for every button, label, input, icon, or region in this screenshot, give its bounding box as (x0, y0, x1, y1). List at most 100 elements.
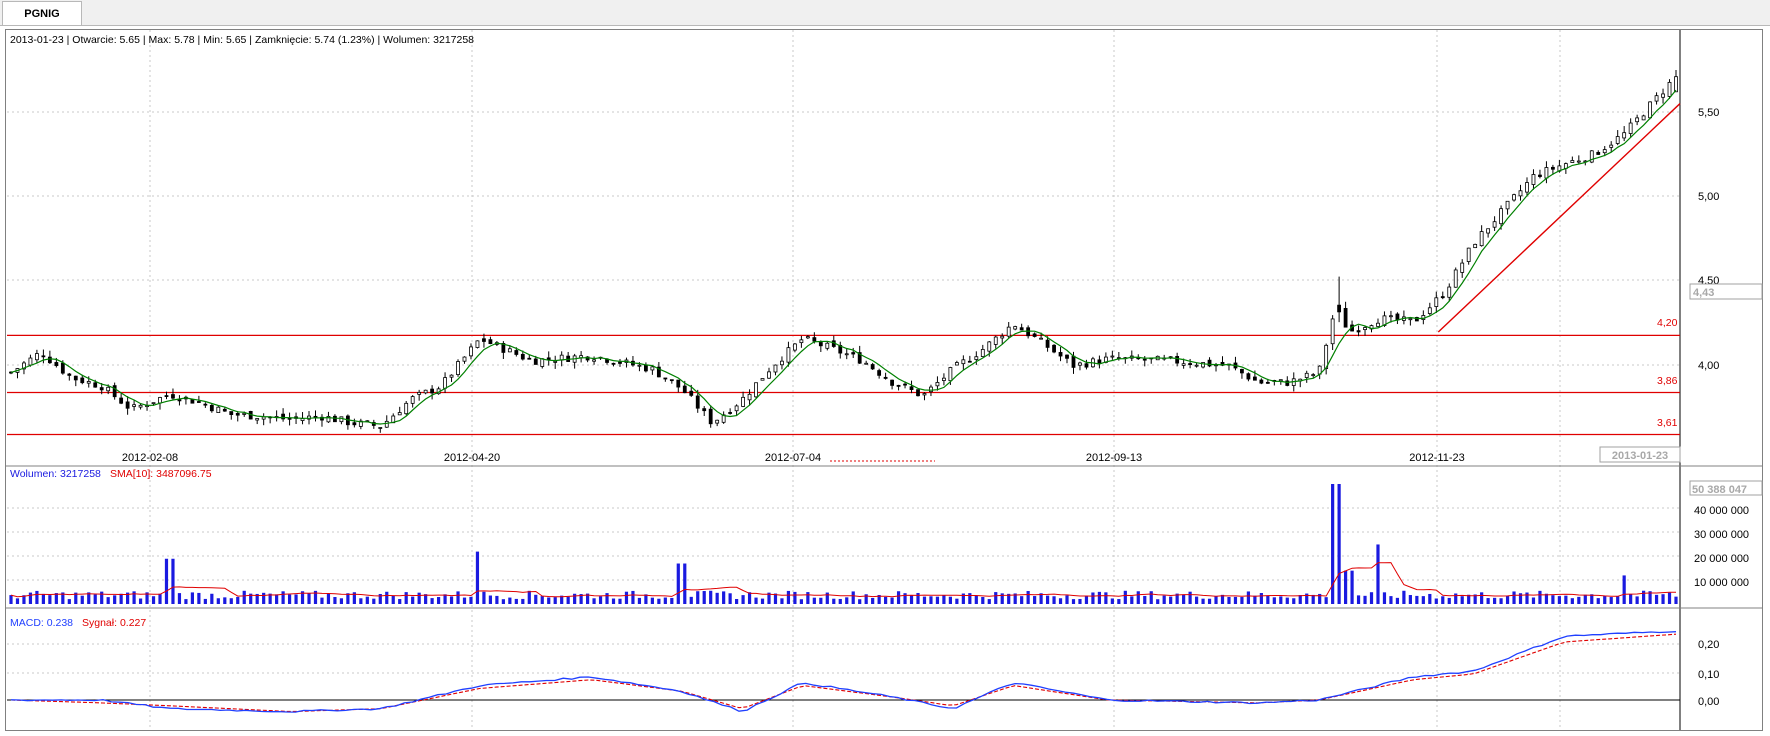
volume-bar (1447, 597, 1451, 604)
candle-body (196, 401, 201, 403)
price-info-header: 2013-01-23 | Otwarcie: 5.65 | Max: 5.78 … (10, 34, 474, 46)
stock-chart[interactable]: 2013-01-23 | Otwarcie: 5.65 | Max: 5.78 … (0, 0, 1770, 736)
volume-bar (320, 597, 324, 604)
candle-body (1479, 231, 1484, 247)
candle-body (482, 338, 486, 342)
candle-body (1052, 344, 1056, 353)
candle-body (1505, 200, 1510, 210)
volume-bar (735, 599, 739, 604)
candle-body (1551, 166, 1555, 170)
volume-max-label: 50 388 047 (1692, 484, 1747, 496)
volume-bar (1110, 598, 1114, 604)
volume-bar (67, 599, 71, 604)
volume-bar (236, 596, 240, 604)
candle-body (462, 356, 467, 362)
candle-body (1240, 368, 1244, 374)
candle-body (1078, 362, 1082, 366)
volume-bar (832, 598, 836, 604)
candle-body (1032, 333, 1037, 337)
volume-bar (1285, 597, 1289, 604)
candle-body (974, 356, 979, 360)
candle-body (469, 346, 473, 357)
volume-bar (683, 563, 687, 604)
candle-body (514, 350, 519, 355)
candle-body (209, 404, 214, 412)
volume-bar (1071, 599, 1076, 604)
candle-body (1026, 327, 1031, 337)
volume-bar (1214, 596, 1218, 604)
volume-bar (663, 597, 667, 604)
candle-body (1434, 297, 1439, 307)
candle-body (132, 404, 136, 407)
candle-body (870, 364, 875, 370)
volume-bar (275, 594, 279, 604)
volume-tick-40m: 40 000 000 (1694, 505, 1749, 517)
candle-body (456, 361, 460, 376)
volume-bar (1156, 599, 1160, 604)
candle-body (1395, 313, 1400, 321)
volume-bar (488, 595, 493, 604)
volume-bar (799, 599, 803, 604)
volume-bar (1292, 598, 1296, 604)
candle-body (1142, 358, 1147, 361)
volume-tick-10m: 10 000 000 (1694, 577, 1749, 589)
volume-bar (812, 597, 816, 604)
volume-bar (1182, 594, 1186, 604)
sma-line (10, 89, 1677, 425)
volume-bar (339, 598, 344, 604)
volume-bar (1143, 595, 1147, 604)
volume-bar (1149, 591, 1153, 604)
volume-bar (1020, 596, 1024, 604)
candle-body (527, 357, 532, 360)
volume-bar (909, 595, 914, 604)
candle-body (967, 360, 972, 363)
candle-body (1609, 144, 1614, 148)
volume-bar (1272, 597, 1276, 604)
price-current-label: 4,43 (1693, 287, 1714, 299)
volume-bar (890, 597, 894, 604)
candle-body (592, 359, 596, 362)
date-label-4: 2012-09-13 (1086, 452, 1142, 464)
volume-bar (1480, 592, 1484, 604)
volume-bar (1279, 596, 1283, 604)
volume-bar (547, 597, 551, 604)
candle-body (99, 387, 104, 391)
volume-bar (1376, 544, 1380, 604)
candle-body (1466, 247, 1471, 262)
volume-bar (1240, 597, 1244, 604)
volume-legend-volume: Wolumen: 3217258 (10, 468, 101, 480)
volume-bar (1460, 596, 1464, 604)
macd-legend-signal: Sygnał: 0.227 (82, 617, 146, 629)
candle-body (1427, 307, 1432, 314)
volume-bar (650, 597, 654, 604)
volume-bar (903, 593, 907, 604)
volume-bar (1512, 591, 1516, 604)
volume-bar (1246, 591, 1251, 604)
volume-bar (177, 593, 182, 604)
candle-body (1641, 115, 1646, 121)
volume-bar (922, 596, 927, 604)
candle-body (922, 393, 927, 396)
macd-legend-macd: MACD: 0.238 (10, 617, 73, 629)
candle-body (702, 408, 707, 412)
candle-body (929, 386, 933, 393)
volume-bar (728, 593, 732, 604)
candle-body (507, 348, 512, 353)
candle-body (780, 360, 784, 366)
candle-body (1661, 93, 1665, 98)
candle-body (1058, 352, 1063, 357)
candle-body (1453, 269, 1458, 288)
volume-bar (119, 593, 123, 604)
volume-bar (592, 598, 596, 604)
volume-bar (1629, 594, 1633, 604)
volume-bar (884, 596, 888, 604)
volume-bar (1078, 598, 1082, 604)
volume-bar (806, 592, 810, 604)
volume-bar (553, 597, 557, 604)
volume-bar (100, 591, 104, 604)
volume-bar (1635, 596, 1639, 604)
candle-body (443, 377, 447, 389)
candle-body (164, 395, 169, 397)
candle-body (1019, 327, 1024, 331)
volume-bar (41, 593, 45, 604)
